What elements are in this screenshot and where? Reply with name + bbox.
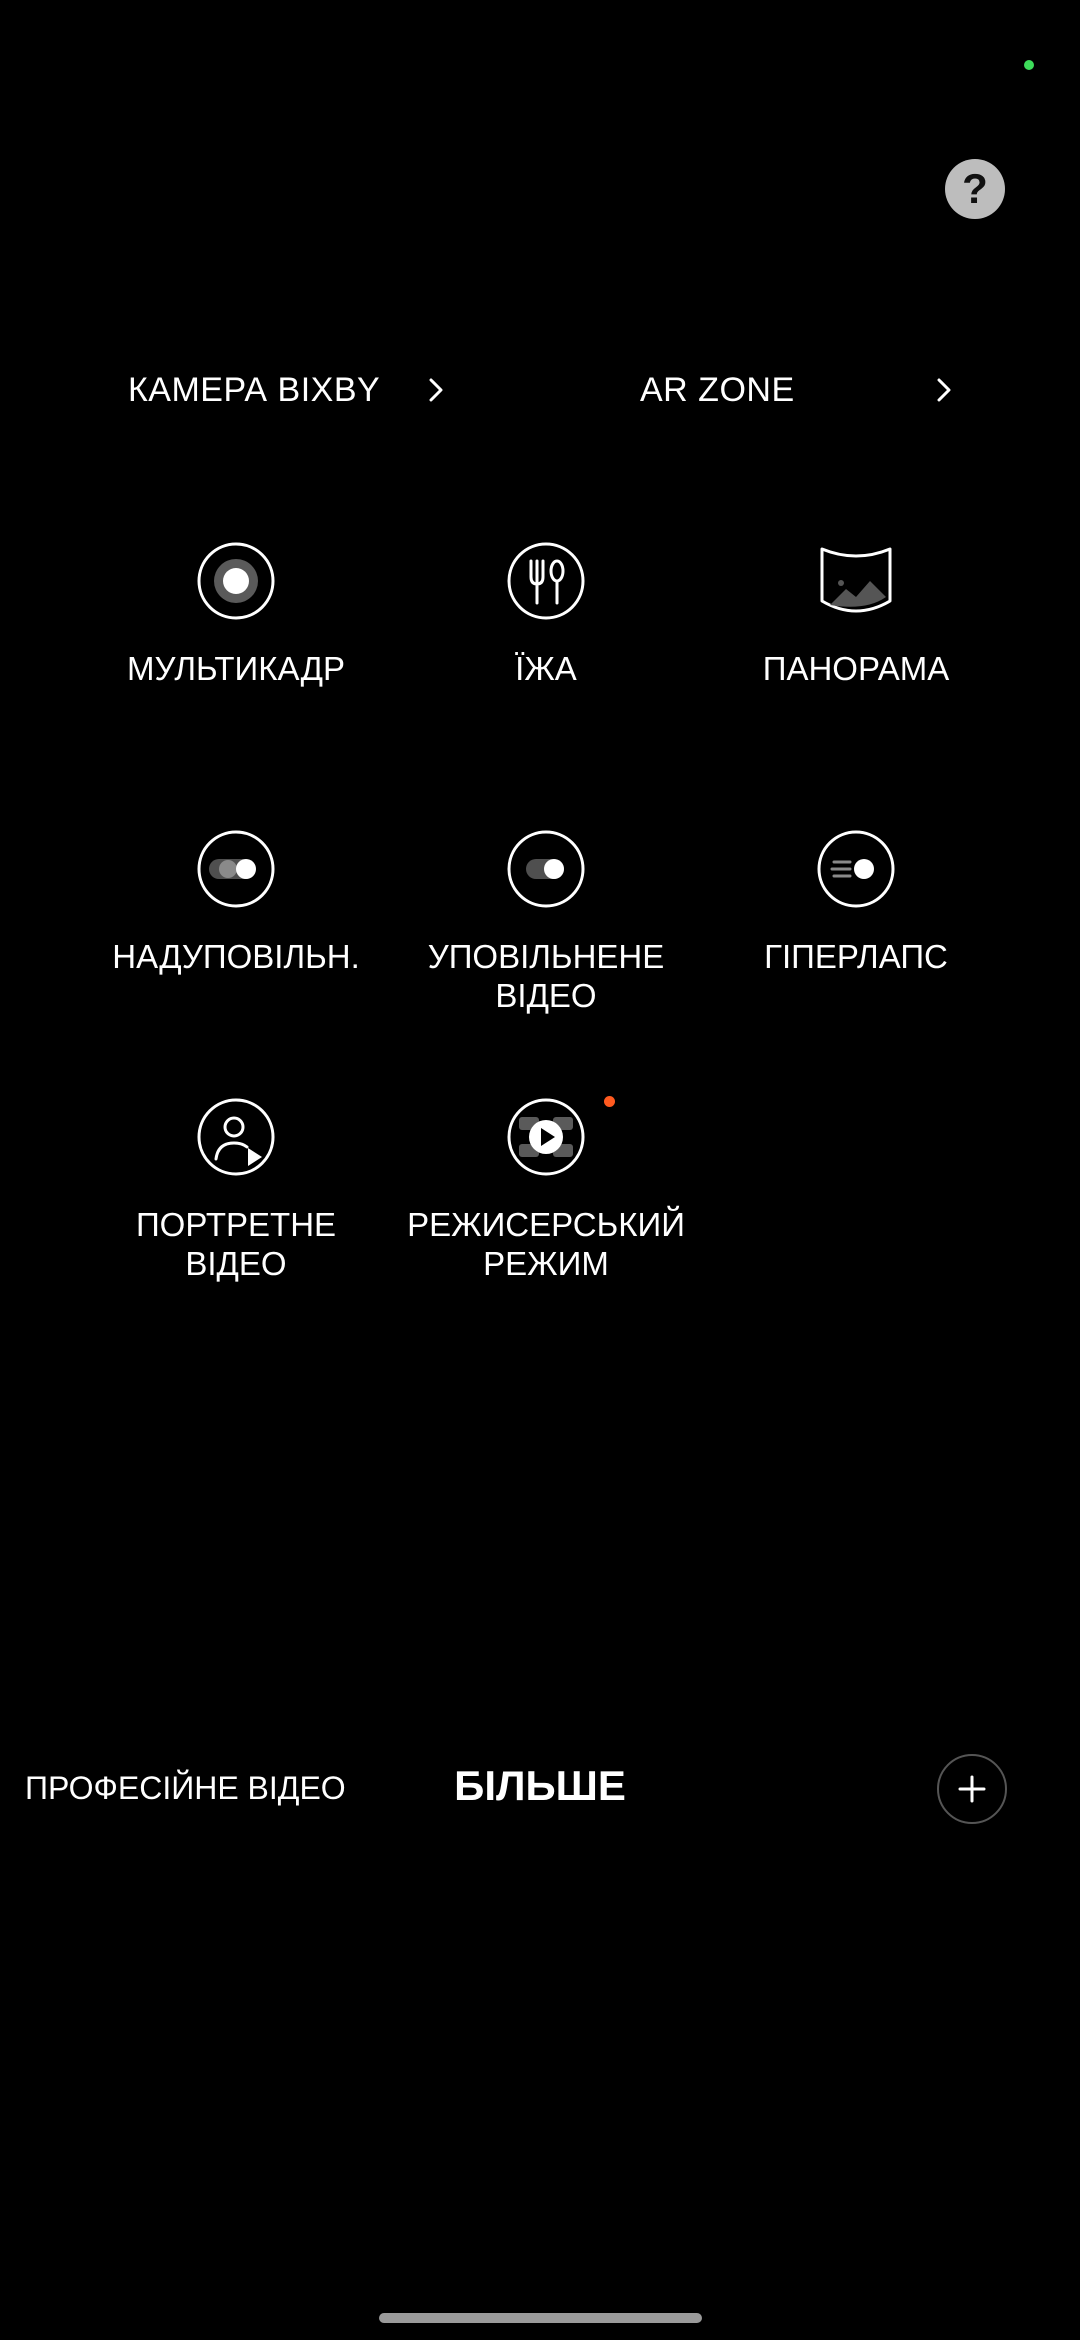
mode-tab-more[interactable]: БІЛЬШЕ <box>340 1762 740 1810</box>
mode-multi-frame[interactable]: МУЛЬТИКАДР <box>76 541 396 688</box>
directors-view-icon <box>507 1098 585 1176</box>
slow-motion-icon <box>507 830 585 908</box>
home-indicator[interactable] <box>379 2313 702 2323</box>
mode-label: ПОРТРЕТНЕ ВІДЕО <box>135 1206 337 1282</box>
portrait-video-icon <box>197 1098 275 1176</box>
mode-slow-motion[interactable]: УПОВІЛЬНЕНЕ ВІДЕО <box>386 829 706 1015</box>
mode-super-slow-mo[interactable]: НАДУПОВІЛЬН. <box>76 829 396 976</box>
camera-status-dot <box>1024 60 1034 70</box>
mode-directors-view[interactable]: РЕЖИСЕРСЬКИЙ РЕЖИМ <box>386 1097 706 1283</box>
mode-label: ПАНОРАМА <box>762 650 950 687</box>
mode-label: УПОВІЛЬНЕНЕ ВІДЕО <box>427 938 665 1014</box>
hyperlapse-icon <box>817 830 895 908</box>
chevron-right-icon <box>429 378 443 402</box>
new-badge-dot <box>604 1096 615 1107</box>
ar-zone-label: AR ZONE <box>640 370 795 409</box>
mode-tab-pro-video[interactable]: ПРОФЕСІЙНЕ ВІДЕО <box>25 1770 346 1807</box>
chevron-right-icon <box>937 378 951 402</box>
panorama-icon <box>820 547 892 613</box>
mode-label: МУЛЬТИКАДР <box>127 650 345 687</box>
mode-label: ЇЖА <box>515 650 577 687</box>
mode-label: ГІПЕРЛАПС <box>764 938 948 975</box>
bixby-vision-label: КАМЕРА BIXBY <box>128 370 381 409</box>
mode-food[interactable]: ЇЖА <box>386 541 706 688</box>
mode-hyperlapse[interactable]: ГІПЕРЛАПС <box>696 829 1016 976</box>
plus-icon <box>958 1775 986 1803</box>
help-icon: ? <box>962 165 988 212</box>
bixby-vision-link[interactable]: КАМЕРА BIXBY <box>128 360 458 420</box>
mode-portrait-video[interactable]: ПОРТРЕТНЕ ВІДЕО <box>76 1097 396 1283</box>
food-icon <box>507 542 585 620</box>
multi-frame-icon <box>197 542 275 620</box>
add-mode-button[interactable] <box>937 1754 1007 1824</box>
super-slow-mo-icon <box>197 830 275 908</box>
ar-zone-link[interactable]: AR ZONE <box>640 360 960 420</box>
mode-label: РЕЖИСЕРСЬКИЙ РЕЖИМ <box>407 1206 685 1282</box>
help-button[interactable]: ? <box>945 159 1005 219</box>
mode-label: НАДУПОВІЛЬН. <box>112 938 360 975</box>
mode-panorama[interactable]: ПАНОРАМА <box>696 541 1016 688</box>
